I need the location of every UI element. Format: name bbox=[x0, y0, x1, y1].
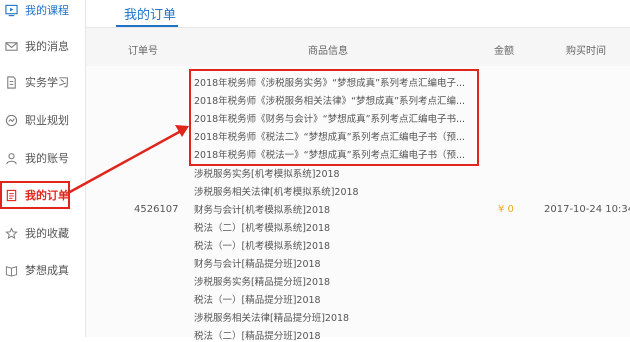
annotation-arrow bbox=[67, 125, 189, 195]
